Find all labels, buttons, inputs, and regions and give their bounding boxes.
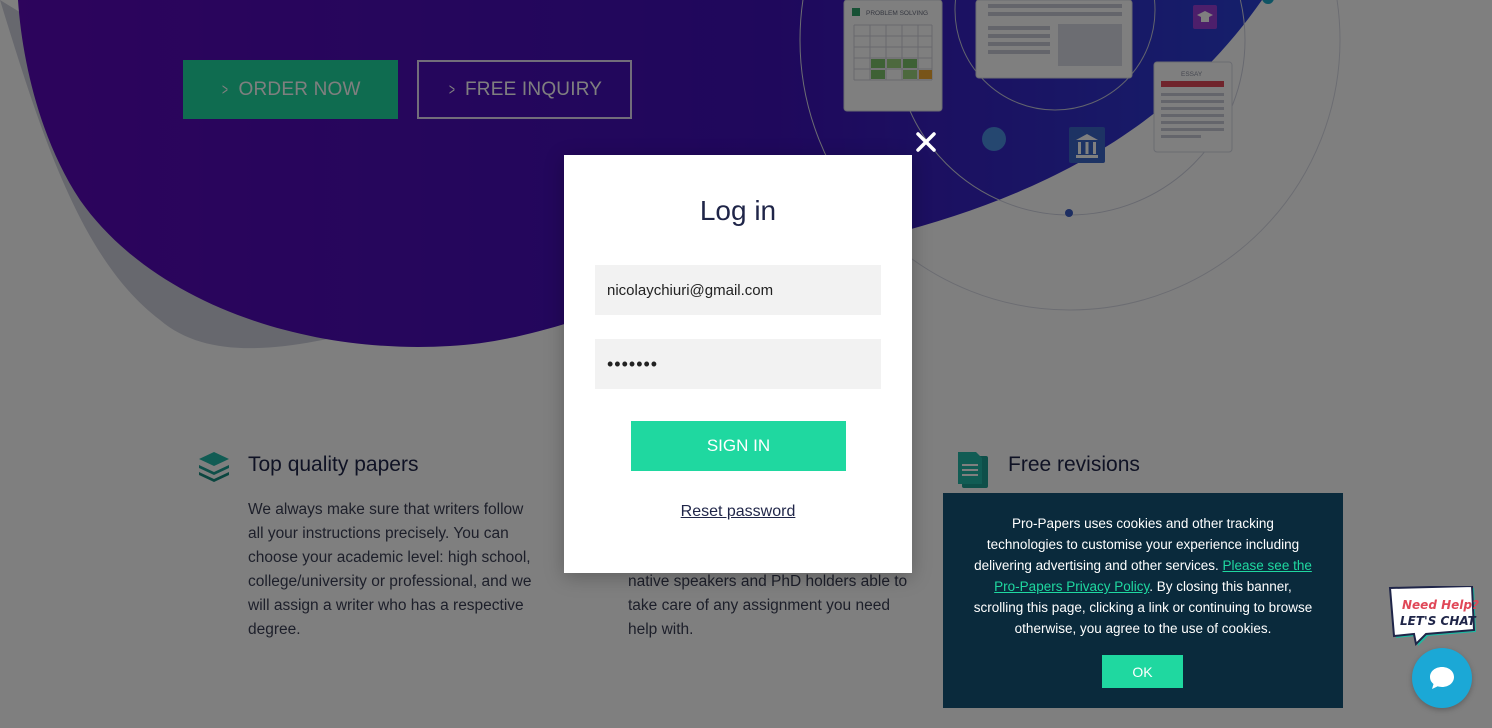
svg-text:Need Help?: Need Help? bbox=[1402, 598, 1479, 612]
chat-launcher-button[interactable] bbox=[1412, 648, 1472, 708]
close-icon bbox=[916, 132, 936, 152]
close-modal-button[interactable] bbox=[912, 128, 940, 156]
email-field[interactable] bbox=[595, 265, 881, 315]
cookie-ok-button[interactable]: OK bbox=[1102, 655, 1183, 688]
sign-in-button[interactable]: SIGN IN bbox=[631, 421, 846, 471]
cookie-banner: Pro-Papers uses cookies and other tracki… bbox=[943, 493, 1343, 708]
login-modal: Log in ••••••• SIGN IN Reset password bbox=[564, 155, 912, 573]
login-title: Log in bbox=[699, 195, 777, 226]
cookie-text: Pro-Papers uses cookies and other tracki… bbox=[973, 516, 1313, 636]
password-field[interactable]: ••••••• bbox=[595, 339, 881, 389]
reset-password-link[interactable]: Reset password bbox=[564, 503, 912, 521]
need-help-chat-badge[interactable]: Need Help? LET'S CHAT bbox=[1388, 586, 1480, 648]
chat-icon bbox=[1430, 667, 1454, 689]
svg-text:LET'S CHAT: LET'S CHAT bbox=[1400, 614, 1477, 628]
